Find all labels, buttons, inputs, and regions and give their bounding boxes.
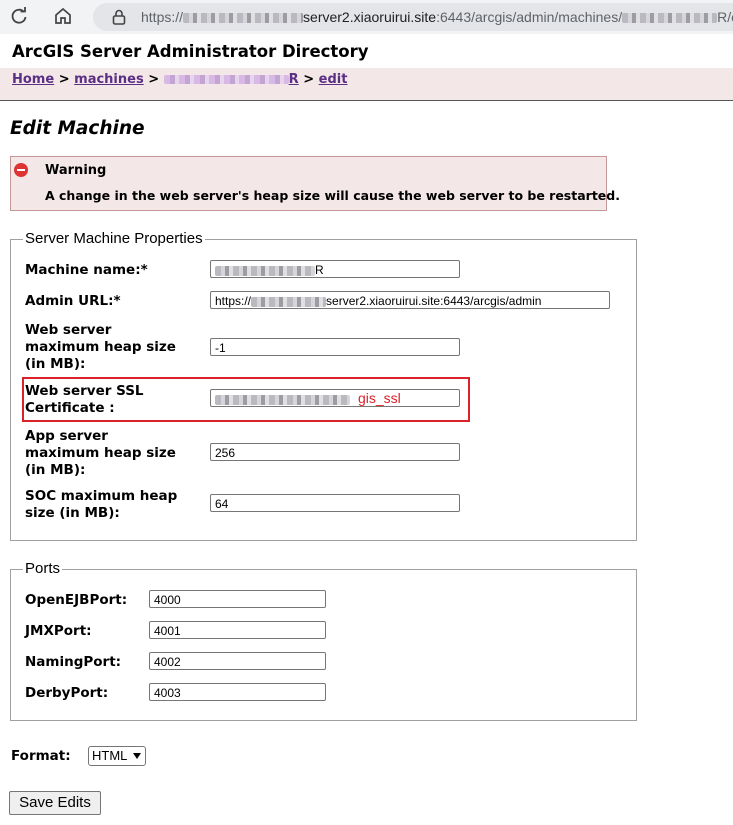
redacted-subdomain bbox=[183, 13, 304, 24]
url-text[interactable]: https:// server2.xiaoruirui.site:6443/arc… bbox=[141, 9, 733, 25]
breadcrumb-home-link[interactable]: Home bbox=[12, 72, 54, 87]
breadcrumb: Home > machines > R > edit bbox=[12, 72, 347, 87]
page-title: ArcGIS Server Administrator Directory bbox=[12, 42, 369, 61]
admin-url-label: Admin URL:* bbox=[25, 293, 121, 309]
breadcrumb-machines-link[interactable]: machines bbox=[74, 72, 144, 87]
web-server-heap-label: Web server maximum heap size (in MB): bbox=[25, 322, 176, 373]
admin-url-input[interactable]: https:// server2.xiaoruirui.site:6443/arc… bbox=[210, 291, 610, 309]
home-icon[interactable] bbox=[53, 6, 73, 26]
url-path: :6443/arcgis/admin/machines/ bbox=[436, 9, 623, 25]
redacted-subdomain bbox=[251, 296, 327, 307]
format-select[interactable]: HTML bbox=[88, 746, 146, 766]
redacted-machine-name bbox=[163, 75, 289, 84]
server-machine-properties-legend: Server Machine Properties bbox=[23, 230, 205, 247]
app-server-heap-label-line: (in MB): bbox=[25, 462, 86, 478]
web-server-heap-label-line: maximum heap size bbox=[25, 339, 176, 355]
reload-icon[interactable] bbox=[9, 6, 29, 26]
soc-heap-label: SOC maximum heap size (in MB): bbox=[25, 488, 177, 522]
admin-url-value: server2.xiaoruirui.site:6443/arcgis/admi… bbox=[326, 294, 542, 308]
breadcrumb-machine-suffix: R bbox=[288, 72, 299, 87]
web-server-heap-label-line: (in MB): bbox=[25, 356, 86, 372]
app-server-heap-label: App server maximum heap size (in MB): bbox=[25, 428, 176, 479]
edit-machine-heading: Edit Machine bbox=[10, 118, 145, 139]
openejb-port-input[interactable]: 4000 bbox=[149, 590, 326, 608]
warning-title: Warning bbox=[45, 163, 107, 178]
red-highlight-box bbox=[22, 377, 470, 422]
redacted-machine-name bbox=[215, 265, 315, 276]
breadcrumb-separator: > bbox=[58, 72, 70, 87]
breadcrumb-machine-link[interactable]: R bbox=[163, 72, 299, 87]
naming-port-label: NamingPort: bbox=[25, 654, 122, 670]
breadcrumb-separator: > bbox=[148, 72, 160, 87]
soc-heap-label-line: SOC maximum heap bbox=[25, 488, 178, 504]
machine-name-input[interactable]: R bbox=[210, 260, 460, 278]
url-path-end: R/edit bbox=[717, 9, 733, 25]
app-server-heap-label-line: App server bbox=[25, 428, 108, 444]
format-label: Format: bbox=[11, 748, 71, 764]
web-server-heap-input[interactable]: -1 bbox=[210, 338, 460, 356]
naming-port-input[interactable]: 4002 bbox=[149, 652, 326, 670]
web-server-heap-label-line: Web server bbox=[25, 322, 112, 338]
app-server-heap-label-line: maximum heap size bbox=[25, 445, 176, 461]
app-server-heap-input[interactable]: 256 bbox=[210, 443, 460, 461]
save-edits-button[interactable]: Save Edits bbox=[9, 791, 101, 815]
admin-url-scheme: https:// bbox=[215, 294, 252, 308]
warning-text: A change in the web server's heap size w… bbox=[45, 188, 620, 203]
derby-port-label: DerbyPort: bbox=[25, 685, 109, 701]
url-host: server2.xiaoruirui.site bbox=[303, 9, 437, 25]
format-selected-value: HTML bbox=[92, 748, 128, 763]
ports-legend: Ports bbox=[23, 560, 63, 577]
breadcrumb-separator: > bbox=[303, 72, 315, 87]
openejb-port-label: OpenEJBPort: bbox=[25, 592, 128, 608]
url-scheme: https:// bbox=[141, 9, 184, 25]
warning-icon bbox=[14, 163, 28, 177]
chevron-down-icon bbox=[133, 753, 141, 759]
jmx-port-label: JMXPort: bbox=[25, 623, 92, 639]
machine-name-label: Machine name:* bbox=[25, 262, 148, 278]
lock-icon[interactable] bbox=[112, 9, 126, 25]
redacted-machine bbox=[622, 13, 718, 24]
soc-heap-label-line: size (in MB): bbox=[25, 505, 120, 521]
jmx-port-input[interactable]: 4001 bbox=[149, 621, 326, 639]
derby-port-input[interactable]: 4003 bbox=[149, 683, 326, 701]
breadcrumb-edit-link[interactable]: edit bbox=[319, 72, 348, 87]
machine-name-value: R bbox=[315, 263, 324, 277]
soc-heap-input[interactable]: 64 bbox=[210, 494, 460, 512]
